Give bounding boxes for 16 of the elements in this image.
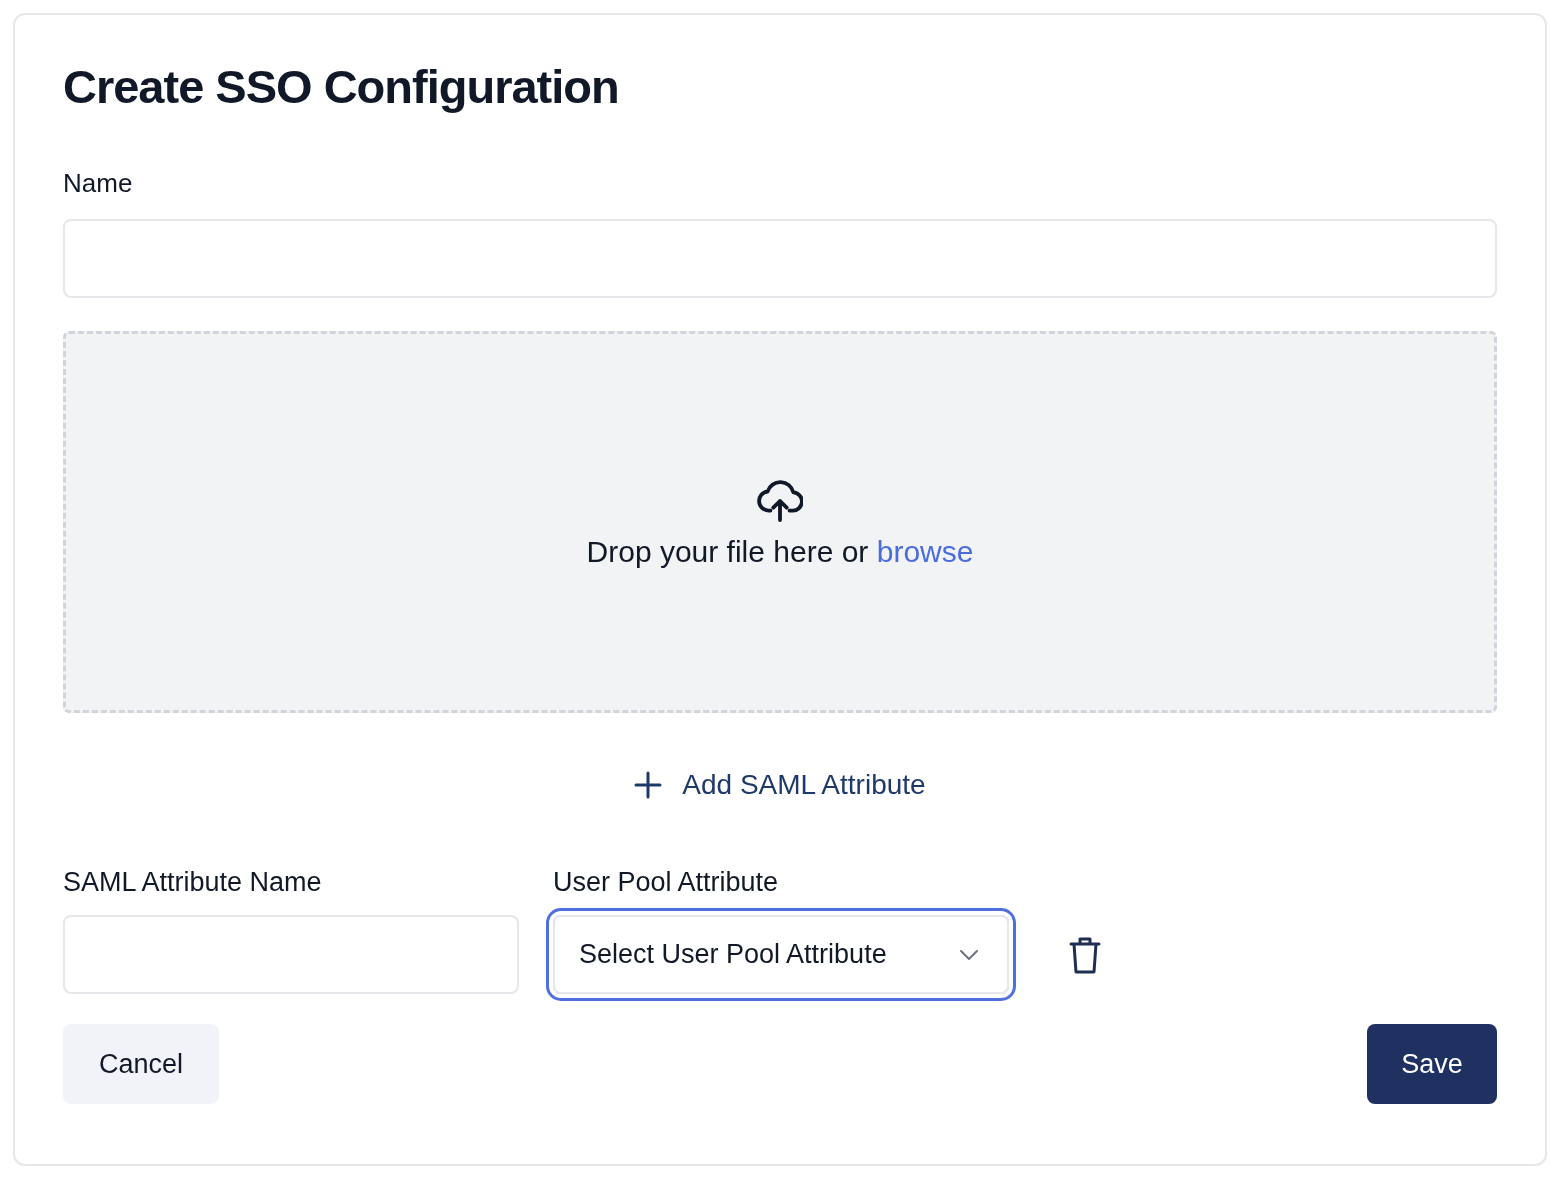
trash-icon	[1069, 935, 1101, 974]
cloud-upload-icon	[757, 480, 803, 522]
chevron-down-icon	[959, 948, 979, 961]
add-attribute-button[interactable]: Add SAML Attribute	[634, 767, 926, 803]
plus-icon	[634, 771, 663, 799]
column-label: User Pool Attribute	[553, 866, 779, 899]
file-dropzone[interactable]: Drop your file here or browse	[63, 331, 1497, 713]
name-input-field[interactable]	[63, 219, 1497, 298]
browse-link[interactable]: browse	[876, 535, 974, 568]
form-title: Create SSO Configuration	[63, 59, 619, 115]
column-label: SAML Attribute Name	[63, 866, 323, 899]
dropzone-text: Drop your file here or browse	[586, 534, 974, 570]
saml-name-input-field[interactable]	[63, 915, 519, 994]
save-button[interactable]: Save	[1367, 1024, 1497, 1104]
field-label: Name	[63, 167, 133, 199]
cancel-button[interactable]: Cancel	[63, 1024, 219, 1104]
